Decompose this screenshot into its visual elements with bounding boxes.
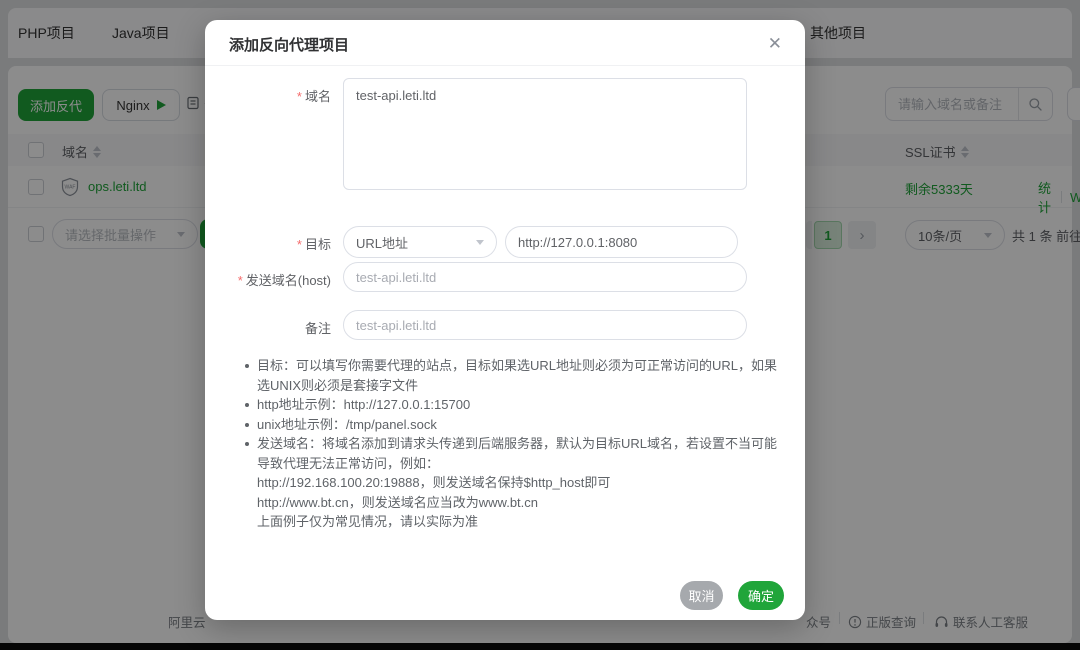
close-icon[interactable]: ✕ (765, 32, 785, 55)
host-label-text: 发送域名(host) (246, 273, 331, 288)
help-item: unix地址示例：/tmp/panel.sock (245, 415, 787, 435)
target-type-value: URL地址 (356, 233, 408, 252)
cancel-button[interactable]: 取消 (680, 581, 723, 610)
remark-label-text: 备注 (305, 321, 331, 336)
modal-header: 添加反向代理项目 ✕ (205, 20, 805, 66)
domain-label-text: 域名 (305, 89, 331, 104)
help-item: 目标：可以填写你需要代理的站点，目标如果选URL地址则必须为可正常访问的URL，… (245, 356, 787, 395)
remark-field-label: 备注 (205, 318, 331, 337)
required-mark: * (297, 237, 302, 252)
confirm-button[interactable]: 确定 (738, 581, 784, 610)
help-item: 上面例子仅为常见情况，请以实际为准 (245, 512, 787, 532)
help-item: http://www.bt.cn，则发送域名应当改为www.bt.cn (245, 493, 787, 513)
help-item: http://192.168.100.20:19888，则发送域名保持$http… (245, 473, 787, 493)
required-mark: * (238, 273, 243, 288)
modal-title: 添加反向代理项目 (229, 34, 349, 55)
target-label-text: 目标 (305, 237, 331, 252)
target-url-input[interactable] (505, 226, 738, 258)
domain-textarea[interactable]: test-api.leti.ltd (343, 78, 747, 190)
screen: PHP项目 Java项目 其他项目 添加反代 Nginx 需 (0, 0, 1080, 650)
chevron-down-icon (476, 240, 484, 245)
help-text-list: 目标：可以填写你需要代理的站点，目标如果选URL地址则必须为可正常访问的URL，… (245, 356, 787, 532)
domain-field-label: *域名 (205, 86, 331, 105)
add-reverse-proxy-modal: 添加反向代理项目 ✕ *域名 test-api.leti.ltd *目标 URL… (205, 20, 805, 620)
host-field-label: *发送域名(host) (205, 270, 331, 289)
required-mark: * (297, 89, 302, 104)
remark-input[interactable] (343, 310, 747, 340)
target-field-label: *目标 (205, 234, 331, 253)
send-host-input[interactable] (343, 262, 747, 292)
help-item: http地址示例：http://127.0.0.1:15700 (245, 395, 787, 415)
help-item: 发送域名：将域名添加到请求头传递到后端服务器，默认为目标URL域名，若设置不当可… (245, 434, 787, 473)
target-type-select[interactable]: URL地址 (343, 226, 497, 258)
